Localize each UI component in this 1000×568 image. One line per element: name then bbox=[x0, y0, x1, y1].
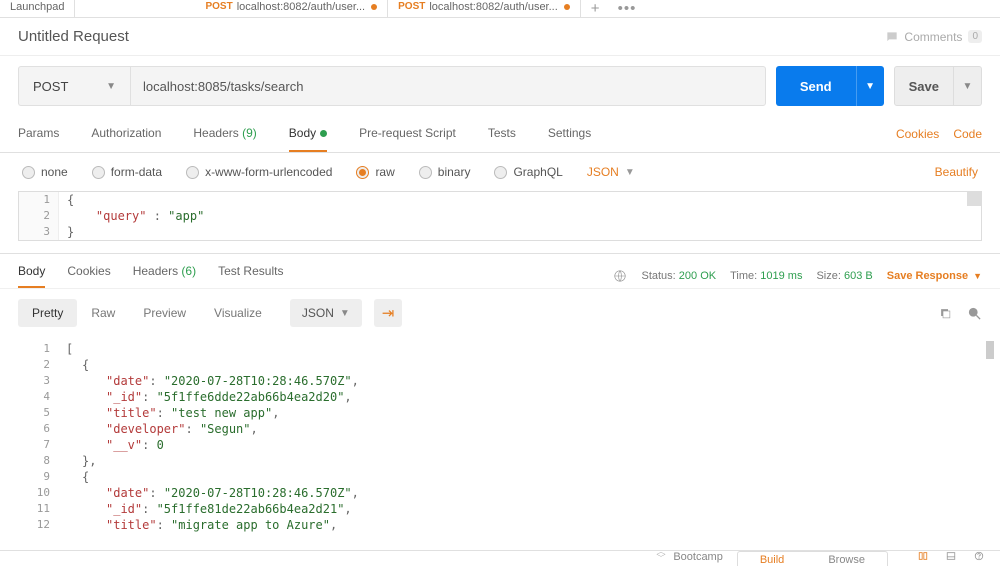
method-dropdown[interactable]: POST▼ bbox=[18, 66, 130, 106]
comments-button[interactable]: Comments 0 bbox=[885, 30, 982, 44]
url-row: POST▼ Send ▼ Save ▼ bbox=[0, 56, 1000, 116]
body-type-selector: none form-data x-www-form-urlencoded raw… bbox=[0, 153, 1000, 191]
beautify-button[interactable]: Beautify bbox=[935, 165, 978, 179]
mode-build[interactable]: Build bbox=[738, 552, 806, 566]
method-badge: POST bbox=[398, 1, 425, 12]
request-tab-2[interactable]: POST localhost:8082/auth/user... bbox=[388, 0, 581, 18]
tab-body[interactable]: Body bbox=[289, 116, 327, 152]
resp-tab-test-results[interactable]: Test Results bbox=[218, 264, 283, 288]
comments-count: 0 bbox=[968, 30, 982, 43]
chevron-down-icon: ▼ bbox=[963, 81, 973, 92]
view-visualize[interactable]: Visualize bbox=[200, 299, 276, 327]
method-badge: POST bbox=[205, 1, 232, 12]
view-raw[interactable]: Raw bbox=[77, 299, 129, 327]
tab-authorization[interactable]: Authorization bbox=[91, 116, 161, 152]
send-button[interactable]: Send bbox=[776, 66, 856, 106]
more-tabs-button[interactable]: ••• bbox=[610, 0, 645, 17]
status-value: 200 OK bbox=[679, 270, 716, 282]
resp-tab-headers[interactable]: Headers (6) bbox=[133, 264, 196, 288]
copy-icon[interactable] bbox=[938, 306, 953, 321]
radio-binary[interactable]: binary bbox=[419, 165, 471, 179]
bootcamp-icon bbox=[655, 551, 667, 561]
chevron-down-icon: ▼ bbox=[973, 271, 982, 281]
send-dropdown[interactable]: ▼ bbox=[856, 66, 884, 106]
status-bar: Bootcamp Build Browse bbox=[0, 550, 1000, 568]
resp-tab-body[interactable]: Body bbox=[18, 264, 45, 288]
content-type-dropdown[interactable]: JSON▼ bbox=[587, 165, 635, 179]
request-title[interactable]: Untitled Request bbox=[18, 28, 129, 45]
radio-xwww[interactable]: x-www-form-urlencoded bbox=[186, 165, 332, 179]
resp-tab-cookies[interactable]: Cookies bbox=[67, 264, 110, 288]
bootcamp-button[interactable]: Bootcamp bbox=[655, 551, 723, 563]
view-pretty[interactable]: Pretty bbox=[18, 299, 77, 327]
globe-icon[interactable] bbox=[613, 269, 627, 283]
mode-segment: Build Browse bbox=[737, 551, 888, 566]
response-section-tabs: Body Cookies Headers (6) Test Results St… bbox=[0, 253, 1000, 288]
chevron-down-icon: ▼ bbox=[865, 81, 875, 92]
search-icon[interactable] bbox=[967, 306, 982, 321]
unsaved-dot-icon bbox=[564, 4, 570, 10]
save-button[interactable]: Save bbox=[894, 66, 954, 106]
tab-launchpad[interactable]: Launchpad bbox=[0, 0, 75, 18]
unsaved-dot-icon bbox=[371, 4, 377, 10]
radio-none[interactable]: none bbox=[22, 165, 68, 179]
mode-browse[interactable]: Browse bbox=[806, 552, 887, 566]
wrap-lines-button[interactable]: ⇥ bbox=[374, 299, 403, 327]
response-view-options: Pretty Raw Preview Visualize JSON▼ ⇥ bbox=[0, 288, 1000, 337]
panel-layout-icon[interactable] bbox=[916, 551, 930, 561]
tab-bar: Launchpad POST localhost:8082/auth/user.… bbox=[0, 0, 1000, 18]
radio-raw[interactable]: raw bbox=[356, 165, 394, 179]
save-response-button[interactable]: Save Response ▼ bbox=[887, 270, 982, 282]
tab-params[interactable]: Params bbox=[18, 116, 59, 152]
radio-form-data[interactable]: form-data bbox=[92, 165, 162, 179]
size-value: 603 B bbox=[844, 270, 873, 282]
comment-icon bbox=[885, 30, 899, 44]
url-input[interactable] bbox=[130, 66, 766, 106]
response-format-dropdown[interactable]: JSON▼ bbox=[290, 299, 362, 327]
chevron-down-icon: ▼ bbox=[340, 308, 350, 319]
modified-dot-icon bbox=[320, 130, 327, 137]
request-body-editor[interactable]: 1{ 2 "query" : "app" 3} bbox=[18, 191, 982, 241]
radio-graphql[interactable]: GraphQL bbox=[494, 165, 562, 179]
view-preview[interactable]: Preview bbox=[129, 299, 200, 327]
help-icon[interactable] bbox=[972, 551, 986, 561]
time-value: 1019 ms bbox=[760, 270, 802, 282]
panel-bottom-icon[interactable] bbox=[944, 551, 958, 561]
code-link[interactable]: Code bbox=[953, 127, 982, 141]
scrollbar-thumb[interactable] bbox=[967, 192, 981, 206]
request-section-tabs: Params Authorization Headers (9) Body Pr… bbox=[0, 116, 1000, 153]
scrollbar-thumb[interactable] bbox=[986, 341, 994, 359]
chevron-down-icon: ▼ bbox=[106, 81, 116, 92]
add-tab-button[interactable]: + bbox=[581, 0, 610, 17]
tab-prerequest[interactable]: Pre-request Script bbox=[359, 116, 456, 152]
save-dropdown[interactable]: ▼ bbox=[954, 66, 982, 106]
tab-settings[interactable]: Settings bbox=[548, 116, 591, 152]
request-tab-1[interactable]: POST localhost:8082/auth/user... bbox=[195, 0, 388, 18]
response-body-editor[interactable]: 1[ 2{ 3"date": "2020-07-28T10:28:46.570Z… bbox=[18, 341, 982, 533]
request-title-row: Untitled Request Comments 0 bbox=[0, 18, 1000, 56]
tab-tests[interactable]: Tests bbox=[488, 116, 516, 152]
cookies-link[interactable]: Cookies bbox=[896, 127, 939, 141]
tab-headers[interactable]: Headers (9) bbox=[193, 116, 256, 152]
chevron-down-icon: ▼ bbox=[625, 167, 635, 178]
